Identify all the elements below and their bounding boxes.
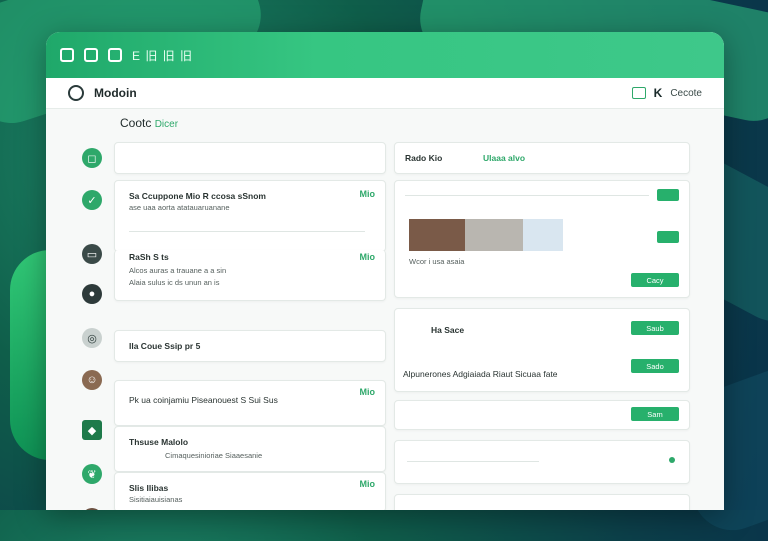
action-button[interactable]: Sam [631, 407, 679, 421]
list-item-tag: Mio [359, 189, 376, 199]
thumbnail-image[interactable] [523, 219, 563, 251]
action-card[interactable] [394, 494, 690, 510]
filter-card[interactable]: Rado Kio Ulaaa alvo [394, 142, 690, 174]
action-card-line: Alpunerones Adgiaiada Riaut Sicuaa fate [403, 369, 558, 379]
document-icon[interactable]: ▭ [82, 244, 102, 264]
avatar-icon[interactable]: ☺ [82, 370, 102, 390]
filter-accent: Ulaaa alvo [483, 153, 526, 163]
list-item-line: Slis Ilibas [129, 483, 169, 493]
list-item-line: Thsuse Malolo [129, 437, 189, 447]
toggle-button[interactable] [657, 189, 679, 201]
list-item-line: Cimaquesinioriae Siaaesanie [165, 451, 263, 460]
tab-icon[interactable] [108, 48, 122, 62]
divider [129, 231, 365, 232]
list-item-line: Sisitiaiauisianas [129, 495, 183, 504]
divider [407, 461, 539, 462]
brand-k-icon[interactable]: K [654, 86, 663, 100]
divider [405, 195, 649, 196]
image-thumbnails [409, 219, 563, 251]
action-button[interactable]: Saub [631, 321, 679, 335]
header-right-label[interactable]: Cecote [670, 88, 702, 99]
thumbnail-image[interactable] [409, 219, 465, 251]
action-card[interactable]: Sam [394, 400, 690, 430]
app-window: E 旧 旧 旧 Modoin K Cecote Cootc Dicer ◻ ✓ … [46, 32, 724, 510]
list-item[interactable]: Pk ua coinjamiu Piseanouest S Sui Sus Mi… [114, 380, 386, 426]
list-item-line: Alaia sulus ic ds unun an is [129, 278, 220, 287]
action-card-title: Ha Sace [431, 325, 465, 335]
list-item-line: Sa Ccuppone Mio R ccosa sSnom [129, 191, 266, 201]
list-item-tag: Mio [359, 387, 376, 397]
list-item[interactable]: Sa Ccuppone Mio R ccosa sSnom ase uaa ao… [114, 180, 386, 252]
header-actions: K Cecote [631, 86, 702, 100]
app-name: Modoin [94, 86, 137, 100]
titlebar: E 旧 旧 旧 [46, 32, 724, 78]
user-icon[interactable]: ● [82, 284, 102, 304]
tab-icon[interactable] [84, 48, 98, 62]
list-item-tag: Mio [359, 252, 376, 262]
app-header: Modoin K Cecote [46, 78, 724, 109]
list-item-line: Ila Coue Ssip pr 5 [129, 341, 201, 351]
main-content: Cootc Dicer ◻ ✓ Sa Ccuppone Mio R ccosa … [70, 110, 700, 510]
list-item-line: Alcos auras a trauane a a sin [129, 266, 227, 275]
window-title: E 旧 旧 旧 [132, 48, 194, 63]
search-icon[interactable]: ◻ [82, 148, 102, 168]
action-button[interactable]: Cacy [631, 273, 679, 287]
filter-title: Rado Kio [405, 153, 443, 163]
action-button[interactable]: Sado [631, 359, 679, 373]
toggle-button[interactable] [657, 231, 679, 243]
list-item-tag: Mio [359, 479, 376, 489]
list-item[interactable]: Thsuse Malolo Cimaquesinioriae Siaaesani… [114, 426, 386, 472]
list-item[interactable]: RaSh S ts Alcos auras a trauane a a sin … [114, 250, 386, 301]
list-item[interactable]: Slis Ilibas Sisitiaiauisianas Mio [114, 472, 386, 510]
section-title-accent: Dicer [154, 119, 179, 130]
list-item-line: RaSh S ts [129, 252, 169, 262]
search-card[interactable] [114, 142, 386, 174]
app-logo-icon [68, 85, 84, 101]
list-item-line: ase uaa aorta atatauaruanane [129, 203, 230, 212]
section-title: Cootc Dicer [120, 116, 178, 130]
window-toggle-icon[interactable] [631, 87, 646, 99]
window-icon[interactable] [60, 48, 74, 62]
shield-icon[interactable]: ◆ [82, 420, 102, 440]
action-card[interactable]: Ha Sace Saub Alpunerones Adgiaiada Riaut… [394, 308, 690, 392]
media-card[interactable]: Wcor i usa asaia Cacy [394, 180, 690, 298]
section-title-text: Cootc [120, 116, 152, 130]
settings-icon[interactable]: ◎ [82, 328, 102, 348]
leaf-icon[interactable]: ❦ [82, 464, 102, 484]
media-caption: Wcor i usa asaia [409, 257, 465, 266]
action-card[interactable] [394, 440, 690, 484]
list-item-line: Pk ua coinjamiu Piseanouest S Sui Sus [129, 395, 278, 405]
thumbnail-image[interactable] [465, 219, 523, 251]
status-dot [669, 457, 675, 463]
list-item[interactable]: Ila Coue Ssip pr 5 [114, 330, 386, 362]
check-icon[interactable]: ✓ [82, 190, 102, 210]
